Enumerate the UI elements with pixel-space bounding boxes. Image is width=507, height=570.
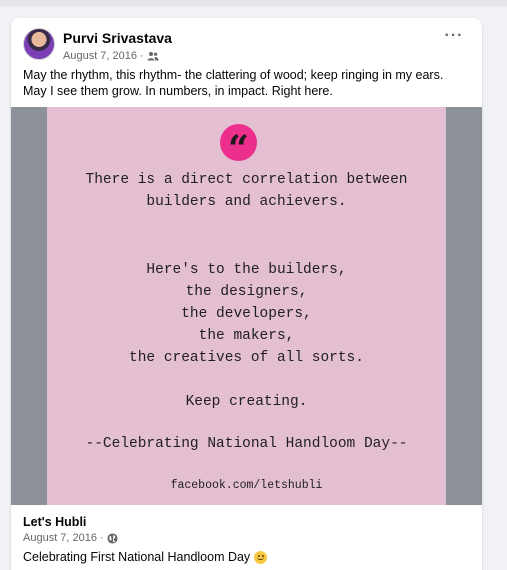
top-divider (0, 0, 507, 6)
globe-icon[interactable] (107, 532, 118, 544)
meta-separator: · (140, 50, 144, 62)
quote-line: the developers, (181, 306, 312, 322)
quote-line: There is a direct correlation between (85, 172, 408, 188)
post-image[interactable]: “ There is a direct correlation between … (11, 107, 482, 505)
post-header: Purvi Srivastava August 7, 2016 · ··· (23, 28, 470, 68)
image-link-text: facebook.com/letshubli (170, 479, 323, 492)
shared-meta: August 7, 2016 · (23, 532, 470, 544)
post-text: May the rhythm, this rhythm- the clatter… (23, 67, 473, 99)
quote-line: the designers, (185, 284, 308, 300)
post-text-line: May I see them grow. In numbers, in impa… (23, 84, 333, 98)
quote-celebrating: --Celebrating National Handloom Day-- (85, 436, 408, 452)
meta-separator: · (100, 532, 104, 544)
friends-icon[interactable] (147, 51, 159, 61)
quote-intro: There is a direct correlation between bu… (47, 169, 446, 213)
shared-page-name[interactable]: Let's Hubli (23, 515, 470, 529)
quote-keep-creating: Keep creating. (185, 394, 308, 410)
post-meta: August 7, 2016 · (63, 50, 159, 62)
quote-line: Here's to the builders, (146, 262, 347, 278)
quote-line: the creatives of all sorts. (129, 350, 364, 366)
shared-post: Let's Hubli August 7, 2016 · Celebrating… (23, 515, 470, 564)
post-date[interactable]: August 7, 2016 (63, 50, 137, 62)
quote-graphic: “ There is a direct correlation between … (47, 107, 446, 505)
quote-list: Here's to the builders, the designers, t… (47, 259, 446, 369)
post-text-line: May the rhythm, this rhythm- the clatter… (23, 68, 444, 82)
author-name[interactable]: Purvi Srivastava (63, 30, 172, 46)
shared-text-label: Celebrating First National Handloom Day (23, 550, 251, 564)
quote-line: builders and achievers. (146, 194, 347, 210)
post-card: Purvi Srivastava August 7, 2016 · ··· Ma… (11, 18, 482, 570)
author-avatar[interactable] (23, 28, 55, 60)
more-options-button[interactable]: ··· (440, 28, 468, 50)
smile-mouth (257, 557, 265, 560)
shared-date[interactable]: August 7, 2016 (23, 532, 97, 544)
quote-line: the makers, (198, 328, 295, 344)
shared-text: Celebrating First National Handloom Day (23, 550, 470, 564)
quote-mark-icon: “ (220, 124, 257, 170)
smile-icon (254, 550, 268, 564)
